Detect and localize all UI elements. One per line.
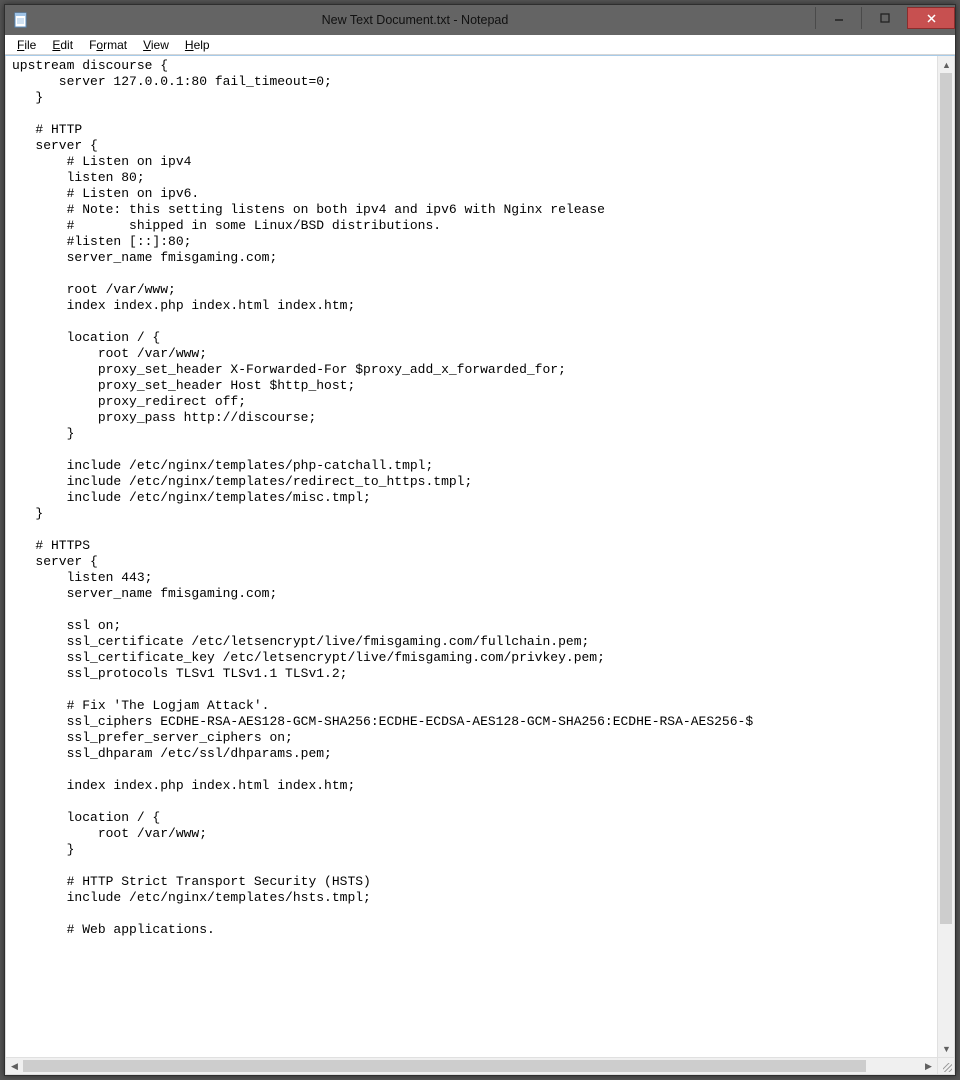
menu-format[interactable]: Format xyxy=(81,37,135,53)
menu-view[interactable]: View xyxy=(135,37,177,53)
titlebar[interactable]: New Text Document.txt - Notepad xyxy=(5,5,955,35)
editor-container: upstream discourse { server 127.0.0.1:80… xyxy=(5,56,955,1075)
hscroll-track[interactable] xyxy=(23,1058,920,1074)
notepad-icon xyxy=(13,12,29,28)
menu-edit[interactable]: Edit xyxy=(44,37,81,53)
hscroll-thumb[interactable] xyxy=(23,1060,866,1072)
maximize-button[interactable] xyxy=(861,7,907,29)
window-controls xyxy=(815,7,955,29)
menubar: File Edit Format View Help xyxy=(5,35,955,55)
close-button[interactable] xyxy=(907,7,955,29)
client-area: upstream discourse { server 127.0.0.1:80… xyxy=(5,55,955,1075)
resize-grip-icon[interactable] xyxy=(937,1057,954,1074)
vscroll-track[interactable] xyxy=(938,73,954,1040)
menu-file[interactable]: File xyxy=(9,37,44,53)
vertical-scrollbar[interactable]: ▲ ▼ xyxy=(937,56,954,1057)
scroll-right-icon[interactable]: ▶ xyxy=(920,1058,937,1075)
text-editor[interactable]: upstream discourse { server 127.0.0.1:80… xyxy=(6,56,937,1057)
menu-help[interactable]: Help xyxy=(177,37,218,53)
notepad-window: New Text Document.txt - Notepad File Edi… xyxy=(4,4,956,1076)
scroll-up-icon[interactable]: ▲ xyxy=(938,56,955,73)
horizontal-scrollbar[interactable]: ◀ ▶ xyxy=(6,1057,937,1074)
window-title: New Text Document.txt - Notepad xyxy=(35,13,815,27)
scroll-down-icon[interactable]: ▼ xyxy=(938,1040,955,1057)
minimize-button[interactable] xyxy=(815,7,861,29)
vscroll-thumb[interactable] xyxy=(940,73,952,924)
scroll-left-icon[interactable]: ◀ xyxy=(6,1058,23,1075)
